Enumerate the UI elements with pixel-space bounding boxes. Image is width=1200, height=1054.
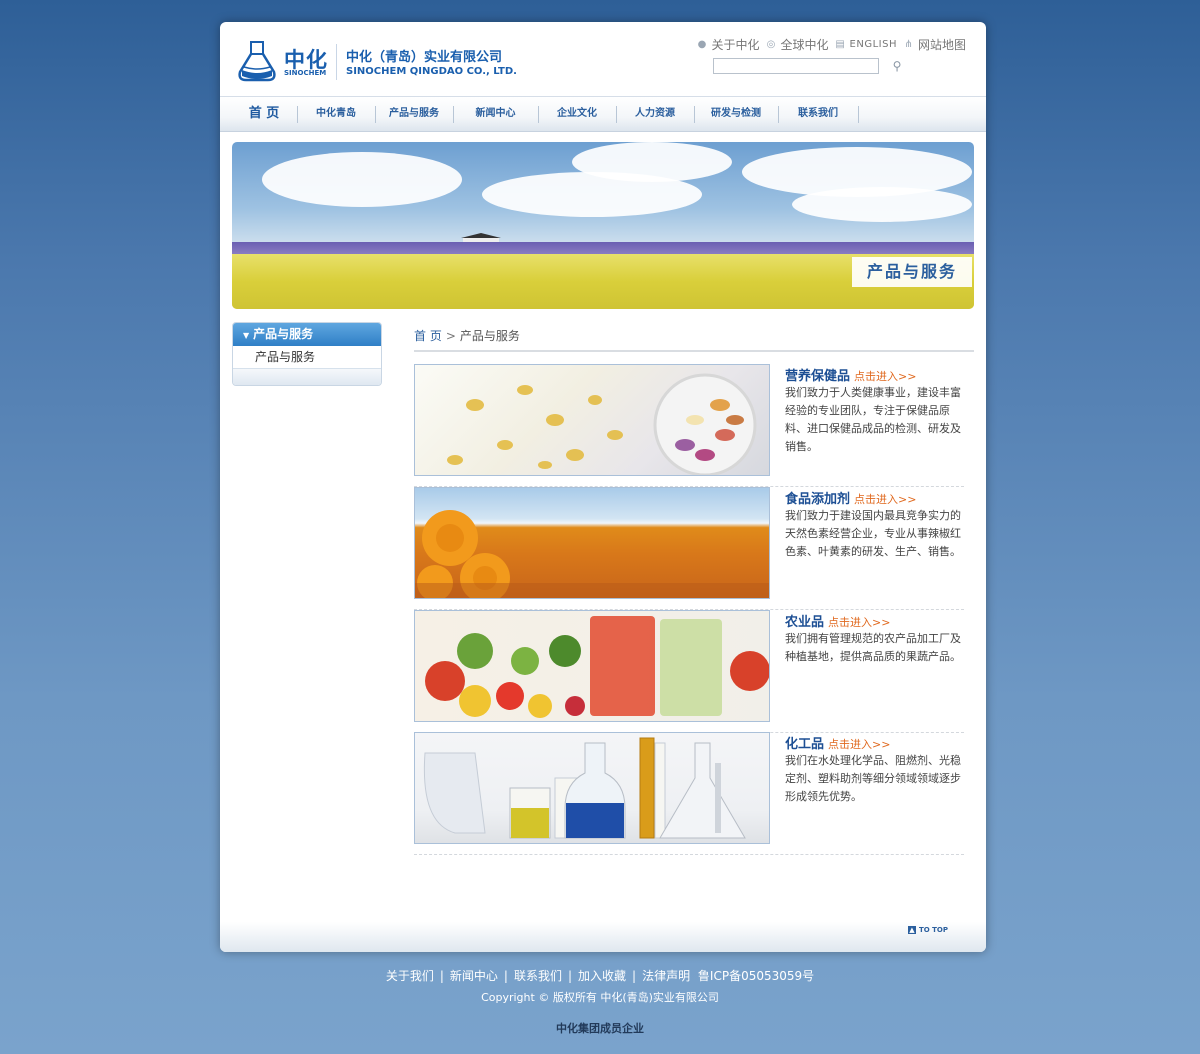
page-container: 中化 SINOCHEM 中化（青岛）实业有限公司 SINOCHEM QINGDA… — [220, 22, 986, 952]
nav-home[interactable]: 首 页 — [232, 97, 296, 131]
breadcrumb-home[interactable]: 首 页 — [414, 329, 442, 343]
product-title-chemical[interactable]: 化工品 点击进入>> — [785, 733, 890, 752]
product-desc-chemical: 我们在水处理化学品、阻燃剂、光稳定剂、塑料助剂等细分领域领域逐步形成领先优势。 — [785, 754, 961, 803]
footer-copyright: Copyright © 版权所有 中化(青岛)实业有限公司 — [481, 991, 719, 1004]
product-desc-health: 我们致力于人类健康事业，建设丰富经验的专业团队，专注于保健品原料、进口保健品成品… — [785, 386, 961, 453]
logo[interactable]: 中化 SINOCHEM 中化（青岛）实业有限公司 SINOCHEM QINGDA… — [236, 40, 536, 100]
product-title-text: 食品添加剂 — [785, 492, 851, 507]
top-links: ● 关于中化 ◎ 全球中化 ▤ ENGLISH ⋔ 网站地图 — [697, 36, 966, 53]
fruits-juice-illustration — [425, 616, 769, 718]
nav-hr[interactable]: 人力资源 — [617, 97, 693, 131]
main-nav: 首 页 中化青岛 产品与服务 新闻中心 企业文化 人力资源 研发与检测 联系我们 — [220, 96, 986, 132]
lavender-field — [232, 242, 974, 254]
nav-rnd[interactable]: 研发与检测 — [695, 97, 777, 131]
nav-separator — [858, 106, 859, 123]
product-image-food-additive[interactable] — [414, 487, 770, 599]
product-item-health: 营养保健品 点击进入>> 我们致力于人类健康事业，建设丰富经验的专业团队，专注于保… — [414, 364, 964, 487]
top-link-about[interactable]: ● 关于中化 — [697, 36, 760, 53]
enter-link[interactable]: 点击进入>> — [854, 493, 916, 506]
triangle-down-icon: ▼ — [243, 331, 250, 340]
product-image-agriculture[interactable] — [414, 610, 770, 722]
to-top-button[interactable]: ▲ TO TOP — [907, 926, 948, 934]
footer-links: 关于我们 | 新闻中心 | 联系我们 | 加入收藏 | 法律声明 鲁ICP备05053059号 — [385, 969, 815, 983]
nav-contact[interactable]: 联系我们 — [779, 97, 857, 131]
enter-link[interactable]: 点击进入>> — [828, 738, 890, 751]
top-link-sitemap[interactable]: ⋔ 网站地图 — [903, 36, 966, 53]
breadcrumb: 首 页 > 产品与服务 — [414, 328, 974, 352]
top-link-sitemap-label: 网站地图 — [917, 38, 966, 52]
nav-products[interactable]: 产品与服务 — [376, 97, 452, 131]
product-title-text: 农业品 — [785, 615, 825, 630]
capsules-illustration — [447, 373, 757, 475]
nav-sinochem-qingdao[interactable]: 中化青岛 — [298, 97, 374, 131]
banner-image: 产品与服务 — [232, 142, 974, 309]
top-link-english-label: ENGLISH — [849, 39, 897, 50]
top-link-about-label: 关于中化 — [711, 38, 760, 52]
product-title-agriculture[interactable]: 农业品 点击进入>> — [785, 611, 890, 630]
sidebar-title: ▼ 产品与服务 — [233, 323, 381, 346]
footer-link-favorite[interactable]: 加入收藏 — [578, 969, 626, 983]
footer-link-news[interactable]: 新闻中心 — [450, 969, 498, 983]
nav-news[interactable]: 新闻中心 — [454, 97, 537, 131]
top-link-english[interactable]: ▤ ENGLISH — [835, 39, 897, 50]
enter-link[interactable]: 点击进入>> — [854, 370, 916, 383]
flask-logo-icon — [238, 41, 276, 82]
person-icon: ● — [697, 39, 707, 50]
lab-glassware-illustration — [423, 737, 746, 839]
search-icon[interactable]: ⚲ — [890, 59, 904, 73]
footer-link-about[interactable]: 关于我们 — [386, 969, 434, 983]
sitemap-icon: ⋔ — [904, 39, 913, 50]
top-link-global[interactable]: ◎ 全球中化 — [766, 36, 829, 53]
footer-link-legal[interactable]: 法律声明 — [642, 969, 690, 983]
product-desc-food-additive: 我们致力于建设国内最具竞争实力的天然色素经营企业，专业从事辣椒红色素、叶黄素的研… — [785, 509, 961, 558]
product-title-text: 化工品 — [785, 737, 825, 752]
marigold-illustration — [415, 510, 769, 598]
sidebar-item-products[interactable]: 产品与服务 — [233, 346, 381, 369]
to-top-label: TO TOP — [918, 926, 948, 934]
product-item-chemical: 化工品 点击进入>> 我们在水处理化学品、阻燃剂、光稳定剂、塑料助剂等细分领域领域… — [414, 732, 964, 855]
top-link-global-label: 全球中化 — [780, 38, 829, 52]
product-item-agriculture: 农业品 点击进入>> 我们拥有管理规范的农产品加工厂及种植基地，提供高品质的果蔬产… — [414, 610, 964, 733]
company-name-cn: 中化（青岛）实业有限公司 — [346, 50, 503, 65]
company-name-en: SINOCHEM QINGDAO CO., LTD. — [346, 66, 517, 77]
logo-divider — [336, 44, 337, 80]
enter-link[interactable]: 点击进入>> — [828, 616, 890, 629]
nav-culture[interactable]: 企业文化 — [539, 97, 615, 131]
logo-en-text: SINOCHEM — [284, 69, 327, 77]
footer-icp[interactable]: 鲁ICP备05053059号 — [698, 969, 814, 983]
product-image-health[interactable] — [414, 364, 770, 476]
sidebar-footer — [233, 369, 381, 385]
product-title-food-additive[interactable]: 食品添加剂 点击进入>> — [785, 488, 916, 507]
product-title-text: 营养保健品 — [785, 369, 851, 384]
sidebar: ▼ 产品与服务 产品与服务 — [232, 322, 382, 386]
product-desc-agriculture: 我们拥有管理规范的农产品加工厂及种植基地，提供高品质的果蔬产品。 — [785, 632, 961, 663]
banner-label: 产品与服务 — [852, 257, 972, 287]
sidebar-title-label: 产品与服务 — [253, 327, 314, 341]
product-item-food-additive: 食品添加剂 点击进入>> 我们致力于建设国内最具竞争实力的天然色素经营企业，专业从… — [414, 487, 964, 610]
globe-icon: ◎ — [766, 39, 776, 50]
breadcrumb-current: 产品与服务 — [459, 329, 520, 343]
footer-link-contact[interactable]: 联系我们 — [514, 969, 562, 983]
page-footer-bar — [220, 922, 986, 952]
search-input[interactable] — [713, 58, 879, 74]
product-title-health[interactable]: 营养保健品 点击进入>> — [785, 365, 916, 384]
product-image-chemical[interactable] — [414, 732, 770, 844]
arrow-up-icon: ▲ — [907, 926, 916, 934]
breadcrumb-separator: > — [445, 329, 456, 343]
language-icon: ▤ — [835, 39, 845, 50]
footer-member: 中化集团成员企业 — [556, 1022, 644, 1035]
